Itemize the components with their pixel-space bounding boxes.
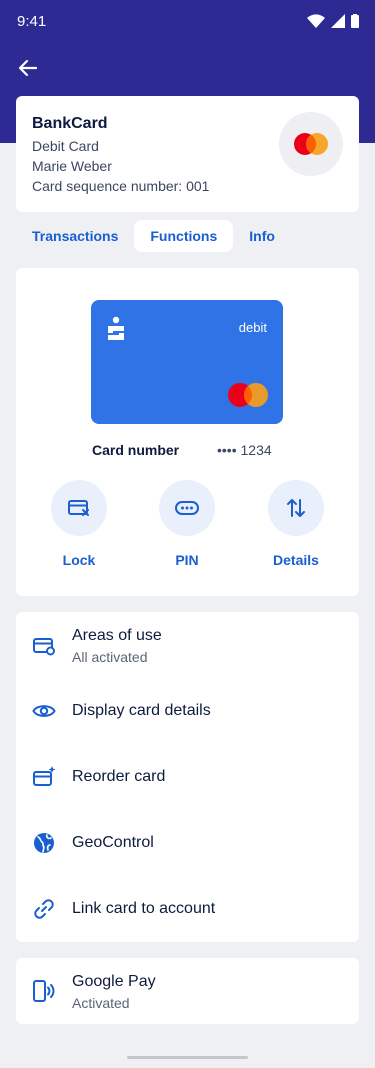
pin-label: PIN: [175, 552, 199, 568]
card-number-value: •••• 1234: [217, 442, 272, 458]
menu-item-google-pay[interactable]: Google Pay Activated: [16, 958, 359, 1024]
debit-label: debit: [238, 320, 267, 335]
status-bar: 9:41: [0, 0, 375, 44]
signal-icon: [331, 14, 345, 28]
swap-arrows-icon: [287, 499, 305, 517]
details-label: Details: [273, 552, 319, 568]
eye-icon: [32, 705, 56, 717]
card-functions-panel: debit Card number •••• 1234 Lock PIN Det…: [16, 268, 359, 596]
tab-bar: Transactions Functions Info: [16, 220, 291, 252]
card-info-header: BankCard Debit Card Marie Weber Card seq…: [16, 96, 359, 212]
card-settings-icon: [33, 638, 55, 656]
menu-item-geocontrol[interactable]: GeoControl: [16, 810, 359, 876]
pin-button[interactable]: PIN: [147, 480, 227, 568]
back-button[interactable]: [14, 54, 42, 82]
battery-icon: [351, 14, 359, 28]
phone-nfc-icon: [33, 980, 55, 1002]
lock-button[interactable]: Lock: [39, 480, 119, 568]
mastercard-badge: [279, 112, 343, 176]
mastercard-logo-icon: [294, 133, 328, 155]
mastercard-logo-icon: [228, 383, 268, 407]
menu-item-reorder-card[interactable]: Reorder card: [16, 744, 359, 810]
menu-title: Areas of use: [72, 627, 162, 644]
card-title: BankCard: [32, 115, 108, 132]
menu-title: GeoControl: [72, 834, 154, 851]
link-icon: [34, 899, 54, 919]
menu-title: Display card details: [72, 702, 211, 719]
menu-title: Google Pay: [72, 973, 156, 990]
tab-info[interactable]: Info: [233, 220, 291, 252]
card-sparkle-icon: [33, 766, 56, 786]
menu-item-display-card-details[interactable]: Display card details: [16, 678, 359, 744]
card-number-label: Card number: [92, 442, 180, 458]
wifi-icon: [307, 14, 325, 28]
globe-icon: [34, 833, 54, 853]
menu-title: Reorder card: [72, 768, 166, 785]
menu-item-areas-of-use[interactable]: Areas of use All activated: [16, 612, 359, 678]
card-type: Debit Card: [32, 138, 99, 154]
card-lock-icon: [68, 500, 89, 516]
status-icons: [307, 14, 359, 28]
arrow-left-icon: [18, 59, 38, 77]
tab-transactions[interactable]: Transactions: [16, 220, 134, 252]
google-pay-panel: Google Pay Activated: [16, 958, 359, 1024]
lock-label: Lock: [62, 552, 96, 568]
menu-item-link-card[interactable]: Link card to account: [16, 876, 359, 942]
status-time: 9:41: [17, 13, 47, 30]
details-button[interactable]: Details: [256, 480, 336, 568]
debit-card-image: debit: [91, 300, 283, 424]
card-menu-panel: Areas of use All activated Display card …: [16, 612, 359, 942]
pin-icon: [175, 501, 199, 515]
card-holder: Marie Weber: [32, 158, 112, 174]
card-sequence: Card sequence number: 001: [32, 178, 210, 194]
sparkasse-logo-icon: [108, 316, 124, 340]
menu-subtitle: All activated: [72, 649, 148, 665]
home-indicator: [127, 1056, 248, 1059]
menu-subtitle: Activated: [72, 995, 130, 1011]
menu-title: Link card to account: [72, 900, 216, 917]
tab-functions[interactable]: Functions: [134, 220, 234, 252]
